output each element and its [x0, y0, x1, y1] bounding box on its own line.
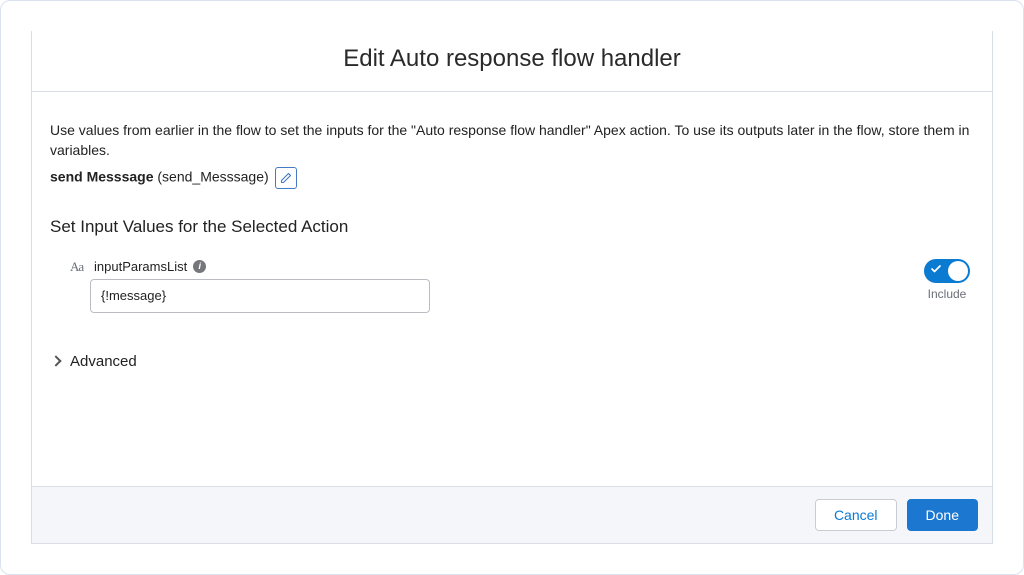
done-button[interactable]: Done [907, 499, 978, 531]
inputparamslist-input[interactable] [90, 279, 430, 313]
text-type-icon: Aa [70, 259, 88, 275]
action-api-name: (send_Messsage) [157, 168, 268, 184]
include-toggle-column: Include [924, 259, 974, 301]
pencil-icon [280, 172, 292, 184]
input-field-label: inputParamsList [94, 259, 187, 274]
edit-action-modal: Edit Auto response flow handler Use valu… [31, 31, 993, 544]
advanced-label: Advanced [70, 353, 137, 370]
input-field-label-row: Aa inputParamsList i [70, 259, 924, 275]
action-summary: send Messsage (send_Messsage) [50, 167, 974, 189]
input-field: Aa inputParamsList i [70, 259, 924, 313]
edit-action-button[interactable] [275, 167, 297, 189]
action-label: send Messsage [50, 168, 154, 184]
modal-footer: Cancel Done [32, 486, 992, 543]
modal-title: Edit Auto response flow handler [32, 45, 992, 73]
intro-text: Use values from earlier in the flow to s… [50, 120, 974, 161]
input-field-row: Aa inputParamsList i Include [50, 259, 974, 313]
modal-body: Use values from earlier in the flow to s… [32, 92, 992, 486]
info-icon[interactable]: i [193, 260, 206, 273]
modal-header: Edit Auto response flow handler [32, 31, 992, 92]
cancel-button[interactable]: Cancel [815, 499, 897, 531]
include-toggle[interactable] [924, 259, 970, 283]
include-label: Include [928, 287, 967, 301]
check-icon [930, 263, 942, 278]
chevron-right-icon [50, 355, 61, 366]
input-values-heading: Set Input Values for the Selected Action [50, 217, 974, 237]
advanced-section-toggle[interactable]: Advanced [50, 353, 974, 370]
